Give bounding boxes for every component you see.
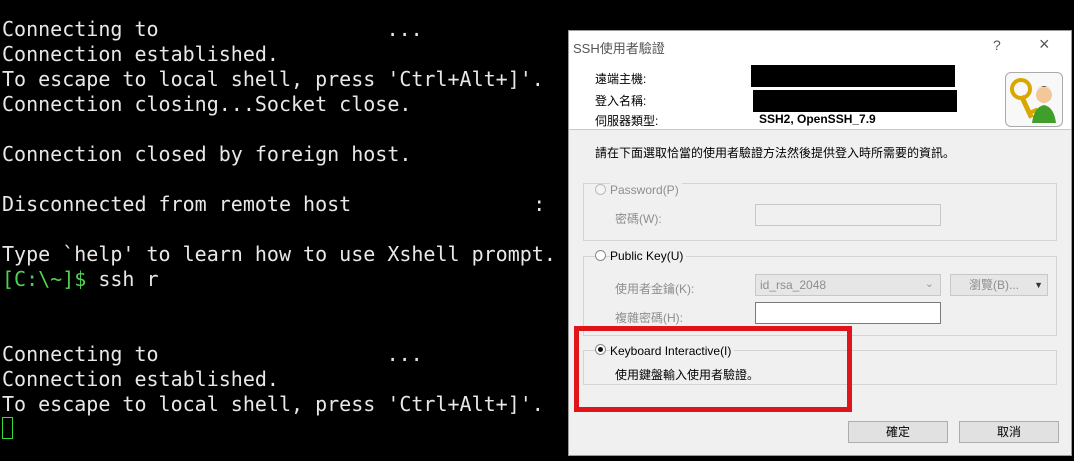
user-key-select[interactable]: id_rsa_2048 ⌄ bbox=[755, 274, 941, 296]
server-type-label: 伺服器類型: bbox=[595, 114, 659, 128]
dialog-header: 遠端主機: 登入名稱: 伺服器類型: SSH2, OpenSSH_7.9 bbox=[569, 61, 1071, 130]
public-key-option-label[interactable]: Public Key(U) bbox=[610, 249, 687, 263]
redacted-host bbox=[363, 195, 534, 216]
browse-button[interactable]: 瀏覽(B)... ▼ bbox=[950, 274, 1048, 296]
terminal-line: Connecting to ... bbox=[2, 17, 423, 41]
close-icon[interactable]: × bbox=[1039, 34, 1050, 55]
terminal-line: Connection closing...Socket close. bbox=[2, 92, 412, 116]
terminal-line: To escape to local shell, press 'Ctrl+Al… bbox=[2, 67, 544, 91]
redacted-host bbox=[170, 20, 387, 41]
passphrase-input[interactable] bbox=[755, 302, 941, 324]
login-name-label: 登入名稱: bbox=[595, 94, 647, 108]
public-key-radio[interactable] bbox=[595, 250, 606, 261]
chevron-down-icon: ⌄ bbox=[924, 278, 934, 290]
terminal-line: Disconnected from remote host : bbox=[2, 192, 546, 216]
user-key-value: id_rsa_2048 bbox=[760, 278, 827, 292]
terminal-line: Connection closed by foreign host. bbox=[2, 142, 412, 166]
shell-prompt: [C:\~]$ bbox=[2, 267, 87, 291]
server-type-value: SSH2, OpenSSH_7.9 bbox=[759, 112, 876, 126]
key-user-icon bbox=[1005, 72, 1063, 127]
cancel-button[interactable]: 取消 bbox=[959, 421, 1059, 443]
dialog-titlebar: SSH使用者驗證 ? × bbox=[569, 31, 1071, 61]
redacted-remote-host bbox=[751, 65, 955, 87]
ok-button[interactable]: 確定 bbox=[848, 421, 948, 443]
password-input[interactable] bbox=[755, 204, 941, 226]
password-radio[interactable] bbox=[595, 184, 606, 195]
redacted-login-name bbox=[753, 90, 957, 112]
highlight-box bbox=[574, 326, 852, 412]
terminal-line: To escape to local shell, press 'Ctrl+Al… bbox=[2, 392, 544, 416]
password-option-label[interactable]: Password(P) bbox=[610, 183, 682, 197]
terminal-cursor bbox=[2, 417, 13, 439]
user-key-label: 使用者金鑰(K): bbox=[615, 282, 695, 296]
terminal-prompt-line: [C:\~]$ ssh r bbox=[2, 267, 159, 291]
passphrase-label: 複雜密碼(H): bbox=[615, 311, 683, 325]
redacted-host bbox=[170, 345, 387, 366]
terminal-line: Connection established. bbox=[2, 367, 279, 391]
help-icon[interactable]: ? bbox=[993, 37, 1001, 53]
remote-host-label: 遠端主機: bbox=[595, 72, 647, 86]
terminal-line: Connecting to ... bbox=[2, 342, 423, 366]
dialog-title: SSH使用者驗證 bbox=[573, 41, 665, 56]
terminal-line: Connection established. bbox=[2, 42, 279, 66]
dropdown-arrow-icon: ▼ bbox=[1034, 280, 1043, 290]
password-field-label: 密碼(W): bbox=[615, 212, 662, 226]
terminal-line: Type `help' to learn how to use Xshell p… bbox=[2, 242, 556, 266]
instruction-text: 請在下面選取恰當的使用者驗證方法然後提供登入時所需要的資訊。 bbox=[595, 146, 956, 160]
